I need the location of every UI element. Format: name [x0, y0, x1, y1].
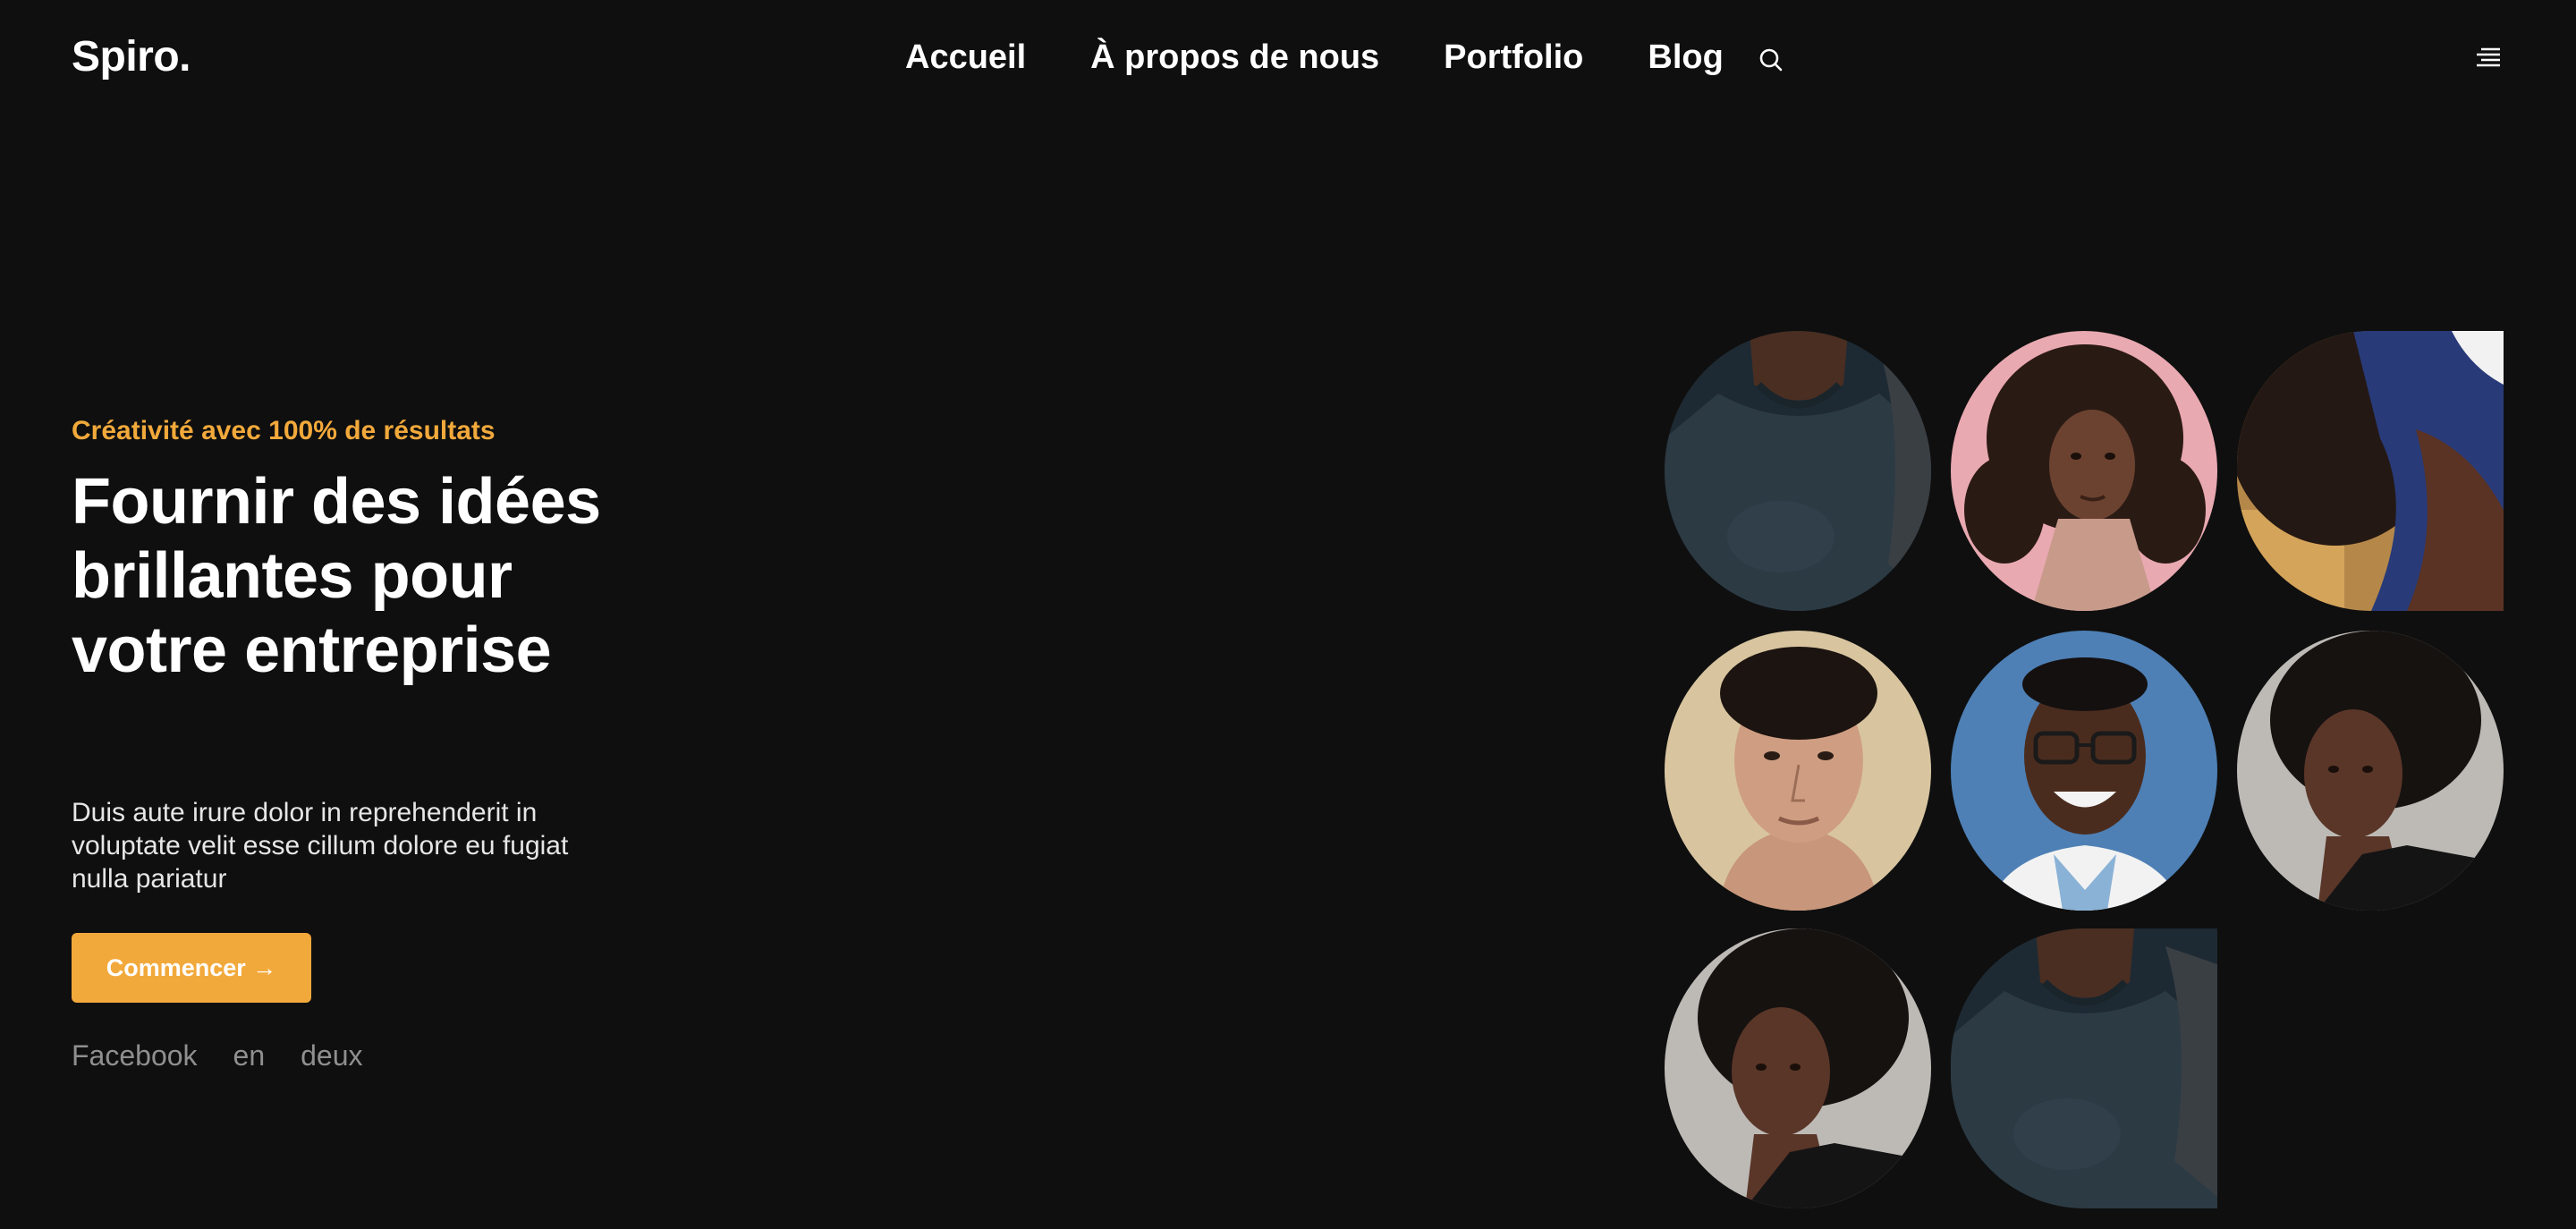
- portrait-photo-man-curly-hair: [1665, 631, 1931, 911]
- social-links: Facebook en deux: [72, 1038, 399, 1073]
- nav-item-portfolio[interactable]: Portfolio: [1444, 34, 1583, 81]
- social-link-en[interactable]: en: [233, 1038, 266, 1073]
- hero-tagline: Créativité avec 100% de résultats: [72, 416, 496, 445]
- hamburger-menu-icon[interactable]: [2476, 47, 2501, 70]
- nav-item-a-propos[interactable]: À propos de nous: [1090, 34, 1379, 81]
- logo[interactable]: Spiro.: [72, 32, 191, 82]
- portrait-photo-woman-afro: [2237, 631, 2504, 911]
- portrait-photo-woman-blue-dress: [2237, 331, 2504, 611]
- nav-item-blog[interactable]: Blog: [1648, 34, 1723, 81]
- main-nav: Accueil À propos de nous Portfolio Blog: [905, 34, 1784, 81]
- hero-title: Fournir des idées brillantes pour votre …: [72, 466, 601, 686]
- search-icon[interactable]: [1758, 47, 1784, 73]
- start-button[interactable]: Commencer →: [72, 933, 311, 1003]
- portrait-photo-woman-curly-hair: [1951, 331, 2217, 611]
- nav-item-accueil[interactable]: Accueil: [905, 34, 1026, 81]
- page: Spiro. Accueil À propos de nous Portfoli…: [0, 0, 2576, 1229]
- portrait-photo-woman-afro-2: [1665, 928, 1931, 1208]
- portrait-photo-man-glasses: [1951, 631, 2217, 911]
- social-link-deux[interactable]: deux: [301, 1038, 362, 1073]
- social-link-facebook[interactable]: Facebook: [72, 1038, 198, 1073]
- hero-description: Duis aute irure dolor in reprehenderit i…: [72, 798, 569, 894]
- portrait-photo-torso: [1665, 331, 1931, 611]
- portrait-photo-torso-2: [1951, 928, 2217, 1208]
